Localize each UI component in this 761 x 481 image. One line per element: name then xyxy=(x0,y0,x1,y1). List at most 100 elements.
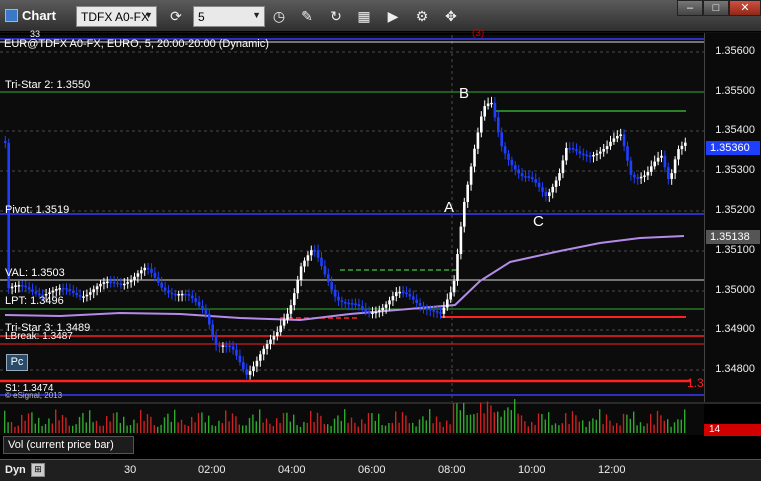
volume-bar xyxy=(340,420,342,433)
volume-bar xyxy=(466,415,468,433)
candle-body xyxy=(340,300,344,303)
volume-bar xyxy=(214,426,217,433)
time-axis[interactable]: Dyn ⊞ 30 02:00 04:00 06:00 08:00 10:00 1… xyxy=(0,459,761,481)
volume-bar xyxy=(316,412,319,433)
candle-body xyxy=(242,362,245,370)
volume-bar xyxy=(534,424,536,433)
volume-bar xyxy=(242,425,244,433)
symbol-combo[interactable]: TDFX A0-FX ▼ xyxy=(76,6,157,27)
chevron-down-icon[interactable]: ▼ xyxy=(252,10,261,20)
candle-body xyxy=(395,292,398,297)
volume-bar xyxy=(429,409,431,433)
pc-button[interactable]: Pc xyxy=(6,354,28,371)
candle-body xyxy=(327,274,330,283)
plot-background xyxy=(0,35,704,402)
zoom-icon[interactable]: ⊞ xyxy=(31,463,45,477)
dynamic-mode-label[interactable]: Dyn xyxy=(5,464,26,476)
volume-bar xyxy=(24,420,26,433)
volume-bar xyxy=(269,423,271,433)
candle-body xyxy=(265,343,269,349)
close-icon[interactable]: ✕ xyxy=(729,0,761,16)
volume-bar xyxy=(442,426,444,433)
volume-bar xyxy=(588,421,591,433)
maximize-icon[interactable]: □ xyxy=(703,0,729,16)
play-icon[interactable]: ▶ xyxy=(382,6,404,27)
volume-bar xyxy=(123,416,125,433)
volume-bar xyxy=(51,423,53,433)
candle-body xyxy=(350,303,354,305)
volume-bar xyxy=(68,425,70,433)
candle-body xyxy=(333,289,337,297)
volume-bar xyxy=(14,426,16,433)
candle-body xyxy=(282,319,286,326)
price-axis[interactable]: 1.35600 1.35500 1.35400 1.35300 1.35200 … xyxy=(704,33,761,402)
volume-bar xyxy=(544,419,546,433)
volume-bar xyxy=(204,422,206,433)
candle-body xyxy=(92,289,95,293)
period-combo[interactable]: 5 ▼ xyxy=(193,6,265,27)
wave-b-label: B xyxy=(459,85,470,102)
candle-body xyxy=(473,148,476,167)
candle-body xyxy=(245,369,248,375)
ma-value-badge: 1.35138 xyxy=(706,230,760,244)
price-chart[interactable] xyxy=(0,33,761,459)
time-tick: 06:00 xyxy=(358,464,386,476)
candle-body xyxy=(208,313,211,325)
price-tick: 1.35100 xyxy=(715,244,755,256)
chart-area[interactable] xyxy=(0,33,761,459)
minimize-icon[interactable]: – xyxy=(677,0,703,16)
candle-body xyxy=(184,293,187,296)
candle-body xyxy=(680,145,684,150)
candle-body xyxy=(112,281,116,284)
volume-bar xyxy=(473,414,475,433)
volume-bar xyxy=(7,422,9,433)
volume-bar xyxy=(537,413,540,433)
volume-bar xyxy=(493,412,495,433)
volume-label[interactable]: Vol (current price bar) xyxy=(3,436,134,454)
candle-body xyxy=(684,142,687,146)
volume-bar xyxy=(48,418,50,433)
volume-bar xyxy=(44,424,47,433)
volume-bar xyxy=(55,409,57,433)
pencil-icon[interactable]: ✎ xyxy=(296,6,318,27)
candle-body xyxy=(225,345,228,347)
volume-bar xyxy=(330,425,332,433)
candle-body xyxy=(10,286,14,289)
chevron-down-icon[interactable]: ▼ xyxy=(144,10,153,20)
refresh-icon[interactable]: ⟳ xyxy=(165,6,187,27)
volume-bar xyxy=(476,412,478,433)
volume-bar xyxy=(500,416,502,433)
candle-body xyxy=(106,281,109,284)
candle-body xyxy=(544,191,548,196)
volume-bar xyxy=(21,414,23,433)
candle-body xyxy=(116,282,119,285)
candle-body xyxy=(605,146,609,150)
candle-body xyxy=(660,155,663,158)
candle-body xyxy=(401,291,405,294)
candle-body xyxy=(510,159,514,166)
candle-body xyxy=(296,280,299,294)
drag-icon[interactable]: ✥ xyxy=(440,6,462,27)
price-tick: 1.35600 xyxy=(715,45,755,57)
candle-body xyxy=(524,176,527,178)
candle-body xyxy=(221,345,225,347)
volume-bar xyxy=(656,410,659,433)
candle-body xyxy=(119,283,123,286)
calculator-icon[interactable]: ▦ xyxy=(353,6,375,27)
volume-bar xyxy=(490,405,492,433)
volume-bar xyxy=(344,409,346,433)
volume-bar xyxy=(599,409,601,433)
volume-bar xyxy=(626,414,628,433)
volume-bar xyxy=(578,421,580,433)
candle-body xyxy=(313,250,316,252)
cycle-icon[interactable]: ↻ xyxy=(325,6,347,27)
volume-bar xyxy=(61,414,64,433)
gear-icon[interactable]: ⚙ xyxy=(411,6,433,27)
volume-bar xyxy=(289,421,291,433)
candle-body xyxy=(129,279,133,283)
volume-bar xyxy=(595,419,597,433)
clock-icon[interactable]: ◷ xyxy=(268,6,290,27)
volume-bar xyxy=(170,421,172,433)
candle-body xyxy=(320,257,323,267)
candle-body xyxy=(599,151,602,154)
